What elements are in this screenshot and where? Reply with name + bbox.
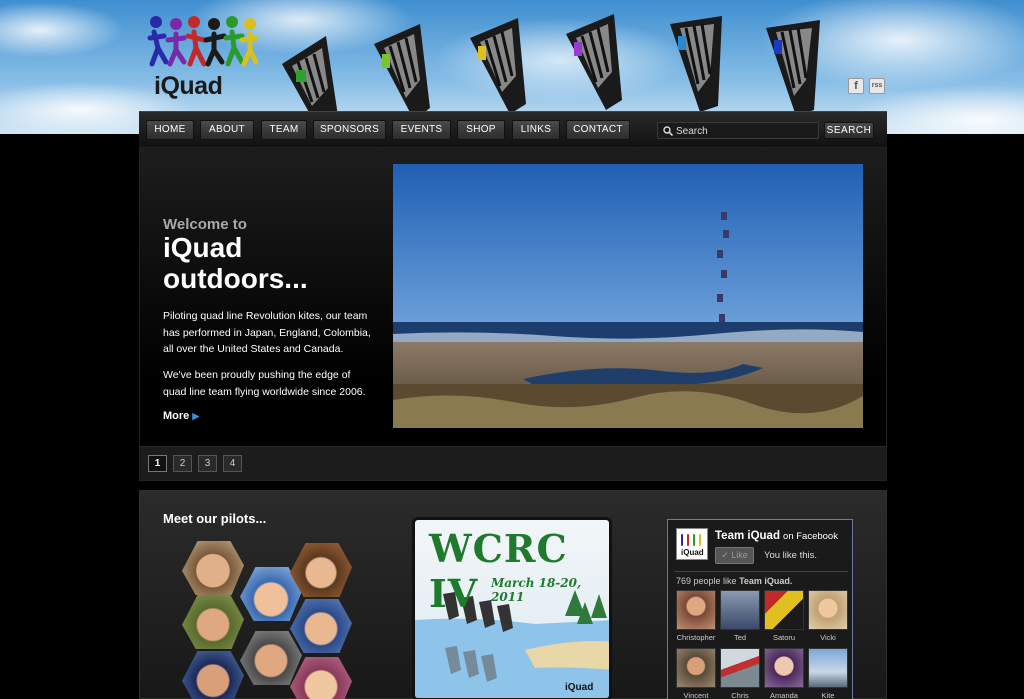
nav-contact[interactable]: CONTACT [566,120,630,140]
nav-links[interactable]: LINKS [512,120,560,140]
nav-home[interactable]: HOME [146,120,194,140]
fan-avatar[interactable] [676,648,716,688]
slide-page-1[interactable]: 1 [148,455,167,472]
hero-paragraph-2: We've been proudly pushing the edge of q… [163,369,366,398]
facebook-page-avatar[interactable]: iQuad [676,528,708,560]
pilot-photo[interactable] [182,651,244,699]
fan-name[interactable]: Vicki [805,633,851,642]
fan-name[interactable]: Amanda [761,691,807,699]
hero-slider-panel: Welcome to iQuad outdoors... Piloting qu… [139,147,887,481]
fan-avatar[interactable] [808,590,848,630]
fan-name[interactable]: Vincent [673,691,719,699]
hero-welcome-text: Welcome to [163,216,247,233]
facebook-on-label: on Facebook [783,531,838,542]
pilot-photo[interactable] [290,657,352,699]
site-logo[interactable]: iQuad [146,12,258,100]
logo-text: iQuad [154,72,223,100]
wcrc-event-poster[interactable]: WCRC IV March 18-20, 2011 iQuad [412,517,612,699]
fan-avatar[interactable] [764,590,804,630]
fan-avatar[interactable] [808,648,848,688]
more-link[interactable]: More ▶ [163,410,199,422]
pilot-photo[interactable] [182,595,244,649]
facebook-icon[interactable]: f [848,78,864,94]
you-like-text: You like this. [764,550,817,561]
like-label: Like [731,550,748,560]
pilot-photo[interactable] [182,541,244,595]
nav-events[interactable]: EVENTS [392,120,451,140]
facebook-page-name: Team iQuad [715,530,780,542]
poster-logo-text: iQuad [565,682,594,693]
kite-graphic-5 [670,16,722,112]
hero-title: iQuad outdoors... [163,232,308,294]
arrow-right-icon: ▶ [192,411,200,421]
facebook-like-box: iQuad Team iQuad on Facebook ✓ Like You … [667,519,853,699]
facebook-like-button[interactable]: ✓ Like [715,547,754,564]
kite-graphic-3 [470,18,526,114]
fan-avatar[interactable] [764,648,804,688]
fan-count-page-name: Team iQuad. [739,576,793,586]
slide-page-4[interactable]: 4 [223,455,242,472]
search-box [657,122,819,139]
search-input[interactable] [676,124,816,138]
more-link-label: More [163,410,190,422]
poster-dates: March 18-20, 2011 [491,576,582,604]
pilot-photo[interactable] [240,631,302,685]
avatar-logo-text: iQuad [681,548,704,557]
slider-pager-bar: 1 2 3 4 [140,446,886,480]
pilot-photo[interactable] [290,599,352,653]
fan-name[interactable]: Ted [717,633,763,642]
kite-graphic-6 [766,20,820,116]
kite-graphic-4 [566,14,622,110]
divider [674,571,848,572]
nav-shop[interactable]: SHOP [457,120,505,140]
hero-beach-kite-photo [393,164,863,428]
slide-page-3[interactable]: 3 [198,455,217,472]
fan-count: 769 people like [676,576,737,586]
nav-about[interactable]: ABOUT [200,120,254,140]
bottom-content-panel: Meet our pilots... WCRC IV March 18-20, … [139,490,887,699]
fan-count-text: 769 people like Team iQuad. [676,576,792,586]
fan-avatar[interactable] [720,648,760,688]
pilots-heading: Meet our pilots... [163,511,267,526]
search-icon [663,126,673,136]
slide-page-2[interactable]: 2 [173,455,192,472]
fan-name[interactable]: Christopher [673,633,719,642]
hero-paragraph-1: Piloting quad line Revolution kites, our… [163,310,371,355]
facebook-page-title[interactable]: Team iQuad on Facebook [715,530,838,542]
fan-name[interactable]: Kite [805,691,851,699]
fan-name[interactable]: Chris [717,691,763,699]
search-button[interactable]: SEARCH [824,122,874,139]
kite-graphic-2 [374,24,430,120]
pilot-photo[interactable] [290,543,352,597]
fan-name[interactable]: Satoru [761,633,807,642]
fan-avatar[interactable] [676,590,716,630]
nav-sponsors[interactable]: SPONSORS [313,120,386,140]
rss-icon[interactable]: rss [869,78,885,94]
dancing-figures-logo-icon [147,16,258,67]
nav-team[interactable]: TEAM [261,120,307,140]
main-navigation-bar: HOME ABOUT TEAM SPONSORS EVENTS SHOP LIN… [139,111,887,147]
fan-avatar[interactable] [720,590,760,630]
